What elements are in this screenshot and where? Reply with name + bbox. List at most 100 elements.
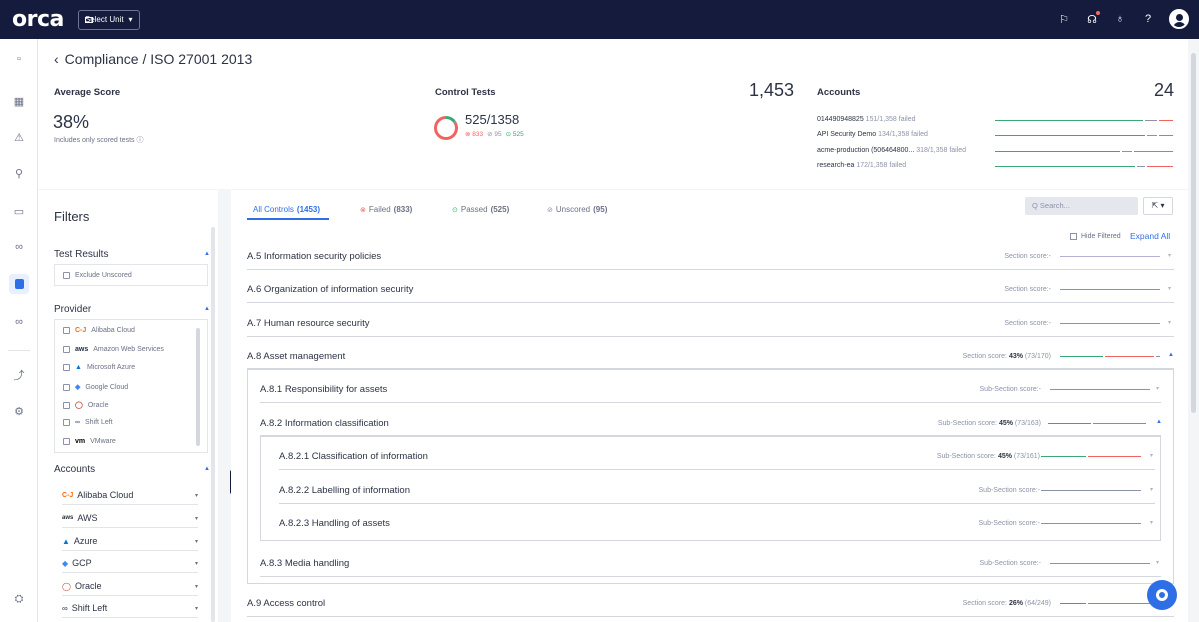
section-row-a9[interactable]: A.9 Access control Section score: 26% (6… (247, 598, 1174, 617)
subsection-name: A.8.3 Media handling (260, 558, 350, 569)
alerts-icon[interactable]: ⚠ (9, 127, 29, 147)
dashboard-icon[interactable]: ▫ (9, 49, 29, 69)
vulnerabilities-icon[interactable]: ▭ (9, 201, 29, 221)
page-scrollbar[interactable] (1188, 39, 1199, 622)
account-filter-shiftleft[interactable]: ∞ Shift Left ▾ (62, 603, 198, 618)
shift-left-icon[interactable]: ∞ (9, 312, 29, 332)
chevron-down-icon[interactable]: ▾ (1168, 319, 1171, 326)
tab-failed[interactable]: ⊗ Failed (833) (360, 205, 412, 214)
provider-checkbox-aws[interactable]: aws Amazon Web Services (63, 346, 164, 353)
bell-icon[interactable]: ♁ (1113, 13, 1127, 25)
section-name: A.9 Access control (247, 598, 326, 609)
help-icon[interactable]: ? (1141, 13, 1155, 25)
flag-icon[interactable]: ⚐ (1057, 13, 1071, 26)
provider-section[interactable]: Provider ▲ (54, 304, 210, 315)
unscored-count: ⊘ 95 (487, 131, 502, 138)
account-row[interactable]: API Security Demo 134/1,358 failed (817, 131, 928, 138)
control-row-a8-2-1[interactable]: A.8.2.1 Classification of information Su… (279, 451, 1155, 470)
account-row[interactable]: acme-production (506464800... 318/1,358 … (817, 147, 966, 154)
aws-icon: aws (62, 515, 74, 521)
azure-icon: ▲ (62, 536, 70, 546)
export-button[interactable]: ⇱ ▾ (1143, 197, 1173, 215)
lifebuoy-icon (1156, 589, 1168, 601)
provider-checkbox-shiftleft[interactable]: ∞ Shift Left (63, 419, 113, 426)
subsection-name: A.8.1 Responsibility for assets (260, 384, 388, 395)
filters-scrollbar[interactable] (211, 227, 215, 622)
subsection-row-a8-3[interactable]: A.8.3 Media handling Sub-Section score:-… (260, 558, 1161, 577)
account-row[interactable]: 014490948825 151/1,358 failed (817, 116, 916, 123)
graph-icon[interactable]: ∞ (9, 237, 29, 257)
account-filter-azure[interactable]: ▲ Azure ▾ (62, 536, 198, 551)
top-navigation-bar: orca Select Unit ▾ ⚐ ☊ ♁ ? (0, 0, 1199, 39)
chevron-down-icon[interactable]: ▾ (1156, 559, 1159, 566)
search-icon[interactable]: ⚲ (9, 163, 29, 183)
subsection-row-a8-1[interactable]: A.8.1 Responsibility for assets Sub-Sect… (260, 384, 1161, 403)
provider-checkbox-oracle[interactable]: ◯ Oracle (63, 401, 108, 409)
gcp-icon: ◆ (62, 558, 69, 568)
account-filter-gcp[interactable]: ◆ GCP ▾ (62, 558, 198, 573)
failed-icon: ⊗ (360, 206, 366, 214)
settings-icon[interactable]: ⚙ (9, 401, 29, 421)
tab-all-controls[interactable]: All Controls (1453) (253, 205, 320, 214)
provider-checkbox-gcp[interactable]: ◆ Google Cloud (63, 383, 128, 391)
chevron-up-icon[interactable]: ▲ (1156, 419, 1162, 425)
search-input[interactable]: Q Search... (1025, 197, 1138, 215)
back-arrow-icon[interactable]: ‹ (54, 51, 59, 67)
left-icon-rail: ▫ ▦ ⚠ ⚲ ▭ ∞ ∞ ⤴ ⚙ ⛭ (0, 39, 38, 622)
subsection-score-bar (1050, 389, 1150, 390)
account-filter-oracle[interactable]: ◯ Oracle ▾ (62, 581, 198, 596)
test-results-section[interactable]: Test Results ▲ (54, 249, 210, 260)
provider-checkbox-alibaba[interactable]: C-J Alibaba Cloud (63, 327, 135, 334)
provider-checkbox-vmware[interactable]: vm VMware (63, 438, 116, 445)
integrations-icon[interactable]: ⤴ (9, 365, 29, 385)
subsection-score: Sub-Section score: 45% (73/163) (937, 420, 1041, 427)
section-score-bar (1060, 323, 1160, 324)
chevron-up-icon[interactable]: ▲ (1168, 352, 1174, 358)
average-score-value: 38% (53, 112, 90, 132)
subsection-score-bar (1048, 423, 1148, 424)
compliance-icon[interactable] (9, 274, 29, 294)
subsection-name: A.8.2 Information classification (260, 418, 389, 429)
failed-count: ⊗ 833 (465, 131, 484, 138)
chevron-down-icon[interactable]: ▾ (1150, 452, 1153, 459)
provider-checkbox-azure[interactable]: ▲ Microsoft Azure (63, 364, 135, 371)
chevron-down-icon[interactable]: ▾ (1150, 486, 1153, 493)
account-score-bar (995, 120, 1173, 121)
expand-all-link[interactable]: Expand All (1130, 231, 1170, 241)
chevron-down-icon[interactable]: ▾ (1168, 285, 1171, 292)
megaphone-icon[interactable]: ☊ (1085, 10, 1100, 26)
user-avatar[interactable] (1169, 9, 1189, 29)
select-unit-dropdown[interactable]: Select Unit ▾ (77, 9, 140, 30)
section-row-a7[interactable]: A.7 Human resource security Section scor… (247, 318, 1174, 337)
help-chat-button[interactable] (1147, 580, 1177, 610)
account-score-bar (995, 166, 1173, 167)
control-row-a8-2-2[interactable]: A.8.2.2 Labelling of information Sub-Sec… (279, 485, 1155, 504)
control-score-bar (1041, 456, 1141, 457)
tab-passed[interactable]: ⊙ Passed (525) (452, 205, 509, 214)
chevron-down-icon[interactable]: ▾ (1156, 385, 1159, 392)
section-row-a6[interactable]: A.6 Organization of information security… (247, 284, 1174, 303)
chevron-down-icon[interactable]: ▾ (1150, 519, 1153, 526)
section-score-bar (1060, 356, 1160, 357)
chevron-down-icon[interactable]: ▾ (1168, 252, 1171, 259)
orca-logo[interactable]: orca (12, 7, 64, 32)
exclude-unscored-checkbox[interactable]: Exclude Unscored (63, 272, 132, 279)
oracle-icon: ◯ (62, 581, 71, 591)
active-tab-indicator (247, 218, 329, 220)
account-filter-alibaba[interactable]: C-J Alibaba Cloud ▾ (62, 490, 198, 505)
user-settings-icon[interactable]: ⛭ (9, 589, 29, 609)
tab-unscored[interactable]: ⊘ Unscored (95) (547, 205, 607, 214)
unit-icon (84, 16, 93, 23)
control-row-a8-2-3[interactable]: A.8.2.3 Handling of assets Sub-Section s… (279, 518, 1155, 537)
accounts-section[interactable]: Accounts ▲ (54, 464, 210, 475)
accounts-label: Accounts (817, 87, 861, 98)
inventory-icon[interactable]: ▦ (9, 91, 29, 111)
section-row-a5[interactable]: A.5 Information security policies Sectio… (247, 251, 1174, 270)
subsection-score: Sub-Section score:- (979, 560, 1041, 567)
account-filter-aws[interactable]: aws AWS ▾ (62, 513, 198, 528)
section-name: A.6 Organization of information security (247, 284, 414, 295)
provider-scrollbar[interactable] (196, 328, 200, 446)
hide-filtered-checkbox[interactable]: Hide Filtered (1070, 233, 1121, 240)
caret-up-icon: ▲ (204, 251, 210, 257)
account-row[interactable]: research-ea 172/1,358 failed (817, 162, 906, 169)
